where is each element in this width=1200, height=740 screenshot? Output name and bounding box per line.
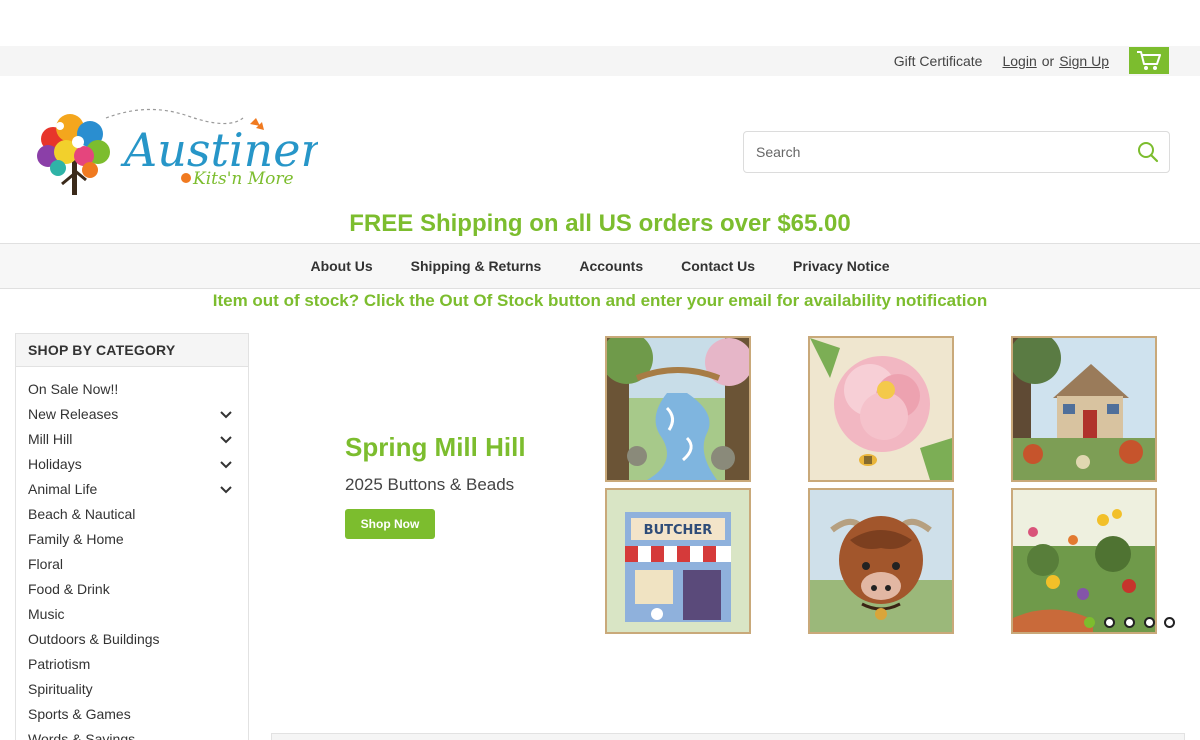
login-link[interactable]: Login — [1002, 53, 1036, 69]
chevron-down-icon[interactable] — [219, 408, 233, 422]
category-spirituality[interactable]: Spirituality — [16, 677, 248, 702]
nav-about-us[interactable]: About Us — [310, 258, 372, 274]
product-image-wildflower-garden[interactable] — [1011, 488, 1157, 634]
category-label: On Sale Now!! — [28, 381, 119, 397]
category-label: Beach & Nautical — [28, 506, 136, 522]
carousel-dots — [1084, 617, 1184, 628]
account-links: Gift Certificate Login or Sign Up — [894, 46, 1109, 76]
category-label: Animal Life — [28, 481, 98, 497]
search-box — [743, 131, 1170, 173]
category-words-sayings[interactable]: Words & Sayings — [16, 727, 248, 740]
out-of-stock-notice: Item out of stock? Click the Out Of Stoc… — [212, 291, 988, 310]
nav-privacy-notice[interactable]: Privacy Notice — [793, 258, 890, 274]
category-food-drink[interactable]: Food & Drink — [16, 577, 248, 602]
category-mill-hill[interactable]: Mill Hill — [16, 427, 248, 452]
carousel-dot-4[interactable] — [1144, 617, 1155, 628]
category-label: Words & Sayings — [28, 731, 136, 740]
site-logo[interactable]: Austiners Kits'n More — [28, 104, 346, 200]
product-image-highland-cow[interactable] — [808, 488, 954, 634]
chevron-down-icon[interactable] — [219, 433, 233, 447]
category-beach-nautical[interactable]: Beach & Nautical — [16, 502, 248, 527]
category-label: Food & Drink — [28, 581, 110, 597]
chevron-down-icon[interactable] — [219, 458, 233, 472]
carousel-dot-2[interactable] — [1104, 617, 1115, 628]
product-image-pink-peony[interactable] — [808, 336, 954, 482]
gift-certificate-link[interactable]: Gift Certificate — [894, 53, 983, 69]
search-icon[interactable] — [1137, 141, 1159, 163]
nav-accounts[interactable]: Accounts — [579, 258, 643, 274]
category-floral[interactable]: Floral — [16, 552, 248, 577]
slide-title: Spring Mill Hill — [345, 432, 526, 462]
category-label: Family & Home — [28, 531, 124, 547]
cart-icon — [1137, 50, 1161, 70]
or-text: or — [1041, 53, 1055, 69]
category-on-sale[interactable]: On Sale Now!! — [16, 377, 248, 402]
category-label: Outdoors & Buildings — [28, 631, 160, 647]
nav-shipping-returns[interactable]: Shipping & Returns — [411, 258, 542, 274]
cart-button[interactable] — [1129, 47, 1169, 74]
main-nav: About Us Shipping & Returns Accounts Con… — [0, 243, 1200, 289]
category-holidays[interactable]: Holidays — [16, 452, 248, 477]
category-label: Patriotism — [28, 656, 91, 672]
category-label: Floral — [28, 556, 64, 572]
category-new-releases[interactable]: New Releases — [16, 402, 248, 427]
category-patriotism[interactable]: Patriotism — [16, 652, 248, 677]
category-family-home[interactable]: Family & Home — [16, 527, 248, 552]
signup-link[interactable]: Sign Up — [1059, 53, 1109, 69]
category-music[interactable]: Music — [16, 602, 248, 627]
product-image-cottage-garden[interactable] — [1011, 336, 1157, 482]
slide-subtitle: 2025 Buttons & Beads — [345, 475, 515, 494]
carousel-dot-3[interactable] — [1124, 617, 1135, 628]
svg-text:BUTCHER: BUTCHER — [644, 523, 713, 538]
category-label: Sports & Games — [28, 706, 131, 722]
product-image-creek-scene[interactable] — [605, 336, 751, 482]
chevron-down-icon[interactable] — [219, 483, 233, 497]
logo-graphic: Austiners Kits'n More — [37, 108, 346, 195]
category-animal-life[interactable]: Animal Life — [16, 477, 248, 502]
category-list: On Sale Now!! New Releases Mill Hill Hol… — [16, 367, 248, 740]
category-label: Holidays — [28, 456, 82, 472]
nav-contact-us[interactable]: Contact Us — [681, 258, 755, 274]
tree-icon — [37, 114, 110, 195]
product-image-butcher-shop[interactable]: BUTCHER — [605, 488, 751, 634]
carousel-dot-5[interactable] — [1164, 617, 1175, 628]
category-label: New Releases — [28, 406, 119, 422]
free-shipping-banner: FREE Shipping on all US orders over $65.… — [349, 210, 851, 237]
category-sidebar: SHOP BY CATEGORY On Sale Now!! New Relea… — [15, 333, 249, 740]
category-label: Spirituality — [28, 681, 93, 697]
content-panel-top — [271, 733, 1185, 740]
search-input[interactable] — [756, 132, 1126, 172]
category-label: Mill Hill — [28, 431, 73, 447]
category-outdoors-buildings[interactable]: Outdoors & Buildings — [16, 627, 248, 652]
category-sports-games[interactable]: Sports & Games — [16, 702, 248, 727]
category-label: Music — [28, 606, 65, 622]
carousel-dot-1[interactable] — [1084, 617, 1095, 628]
shop-now-button[interactable]: Shop Now — [345, 509, 435, 539]
sidebar-heading: SHOP BY CATEGORY — [16, 334, 248, 367]
svg-text:Kits'n More: Kits'n More — [192, 169, 294, 189]
